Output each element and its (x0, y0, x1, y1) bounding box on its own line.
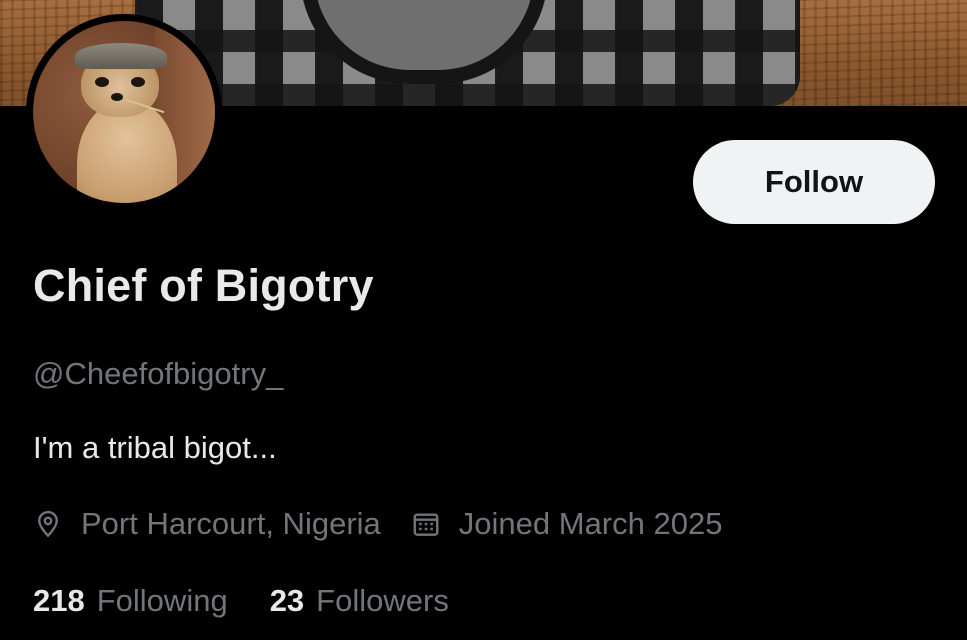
profile-avatar[interactable] (26, 14, 222, 210)
profile-location: Port Harcourt, Nigeria (33, 506, 381, 542)
profile-location-text: Port Harcourt, Nigeria (81, 506, 381, 541)
calendar-icon (411, 509, 441, 539)
avatar-meerkat-eye-right (131, 77, 145, 87)
following-label: Following (96, 583, 228, 618)
followers-label: Followers (316, 583, 449, 618)
followers-link[interactable]: 23 Followers (270, 583, 449, 619)
following-count: 218 (33, 583, 85, 618)
profile-display-name: Chief of Bigotry (33, 260, 374, 311)
avatar-meerkat-nose (111, 93, 123, 101)
profile-join-date-text: Joined March 2025 (458, 506, 723, 541)
profile-bio: I'm a tribal bigot... (33, 430, 277, 465)
profile-meta-row: Port Harcourt, Nigeria Joined March 2025 (33, 503, 722, 545)
profile-stats-row: 218 Following 23 Followers (33, 580, 449, 622)
avatar-meerkat-eye-left (95, 77, 109, 87)
followers-count: 23 (269, 583, 305, 618)
avatar-meerkat-cap (75, 43, 167, 69)
profile-page: Follow Chief of Bigotry @Cheefofbigotry_… (0, 0, 967, 640)
follow-button[interactable]: Follow (693, 140, 935, 224)
avatar-image (33, 21, 215, 203)
location-pin-icon (33, 509, 63, 539)
profile-handle: @Cheefofbigotry_ (33, 356, 284, 391)
profile-join-date: Joined March 2025 (411, 506, 723, 542)
following-link[interactable]: 218 Following (33, 583, 228, 619)
